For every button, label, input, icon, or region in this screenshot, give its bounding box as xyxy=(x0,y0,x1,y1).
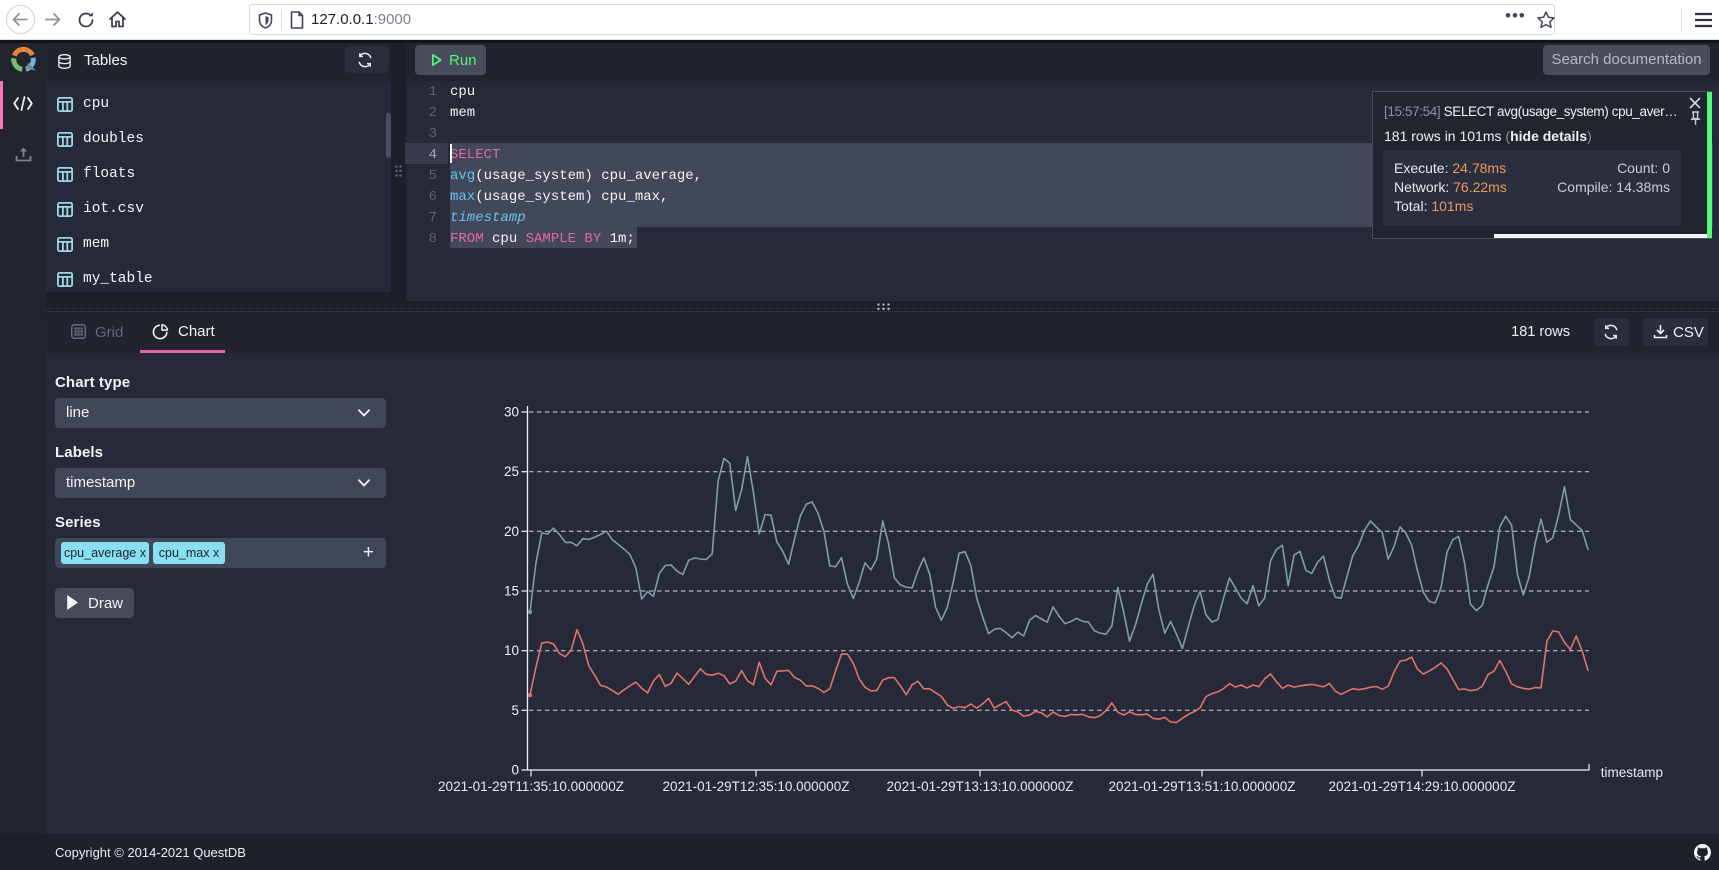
svg-text:10: 10 xyxy=(504,643,519,658)
svg-text:0: 0 xyxy=(511,763,519,778)
svg-text:25: 25 xyxy=(504,464,519,479)
svg-text:30: 30 xyxy=(504,405,519,420)
svg-text:timestamp: timestamp xyxy=(1601,765,1663,780)
svg-text:20: 20 xyxy=(504,524,519,539)
svg-text:2021-01-29T13:51:10.000000Z: 2021-01-29T13:51:10.000000Z xyxy=(1109,779,1296,794)
svg-text:2021-01-29T13:13:10.000000Z: 2021-01-29T13:13:10.000000Z xyxy=(887,779,1074,794)
svg-text:2021-01-29T12:35:10.000000Z: 2021-01-29T12:35:10.000000Z xyxy=(663,779,850,794)
svg-text:5: 5 xyxy=(511,703,519,718)
svg-text:2021-01-29T14:29:10.000000Z: 2021-01-29T14:29:10.000000Z xyxy=(1329,779,1516,794)
svg-text:15: 15 xyxy=(504,584,519,599)
svg-text:2021-01-29T11:35:10.000000Z: 2021-01-29T11:35:10.000000Z xyxy=(438,779,624,794)
